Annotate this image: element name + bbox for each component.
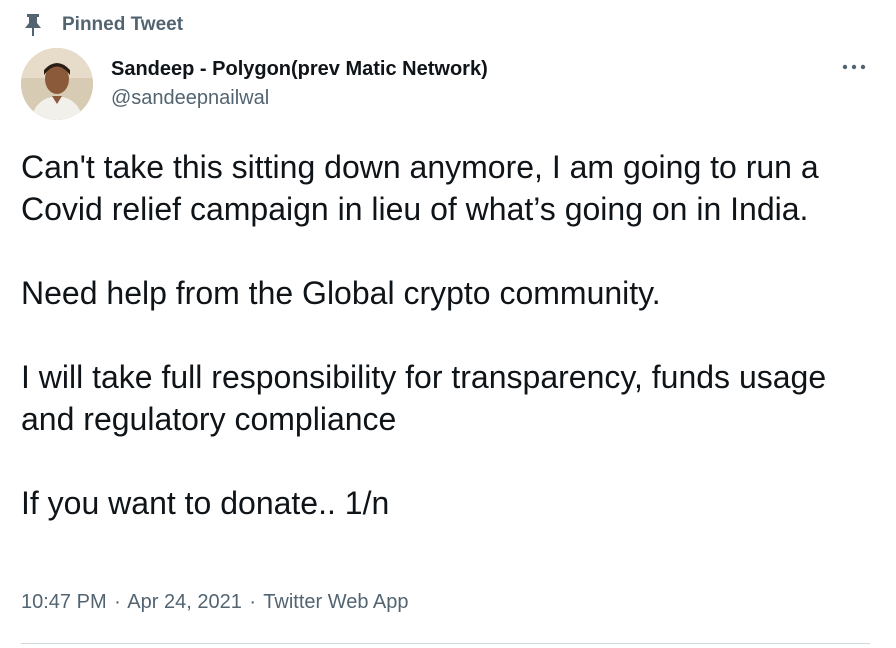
pin-icon [22,12,44,38]
pinned-indicator: Pinned Tweet [22,10,183,40]
pinned-label: Pinned Tweet [62,14,184,35]
meta-separator: · [249,591,257,613]
tweet: Pinned Tweet Sandeep - Polygon(prev Mati… [0,0,896,648]
more-icon [842,57,866,75]
tweet-time[interactable]: 10:47 PM [21,591,107,613]
divider [21,643,870,644]
meta-separator: · [114,591,121,613]
tweet-paragraph: Can't take this sitting down anymore, I … [21,149,819,227]
tweet-paragraph: If you want to donate.. 1/n [21,485,390,521]
tweet-source[interactable]: Twitter Web App [263,591,408,613]
author-name[interactable]: Sandeep - Polygon(prev Matic Network) [111,56,488,82]
author-handle[interactable]: @sandeepnailwal [111,85,488,111]
tweet-date[interactable]: Apr 24, 2021 [127,591,242,613]
author-block: Sandeep - Polygon(prev Matic Network) @s… [111,56,488,111]
tweet-paragraph: Need help from the Global crypto communi… [21,275,661,311]
avatar[interactable] [21,48,93,120]
more-button[interactable] [838,54,870,78]
tweet-meta: 10:47 PM · Apr 24, 2021 · Twitter Web Ap… [21,591,409,614]
tweet-text: Can't take this sitting down anymore, I … [21,146,881,524]
tweet-paragraph: I will take full responsibility for tran… [21,359,827,437]
